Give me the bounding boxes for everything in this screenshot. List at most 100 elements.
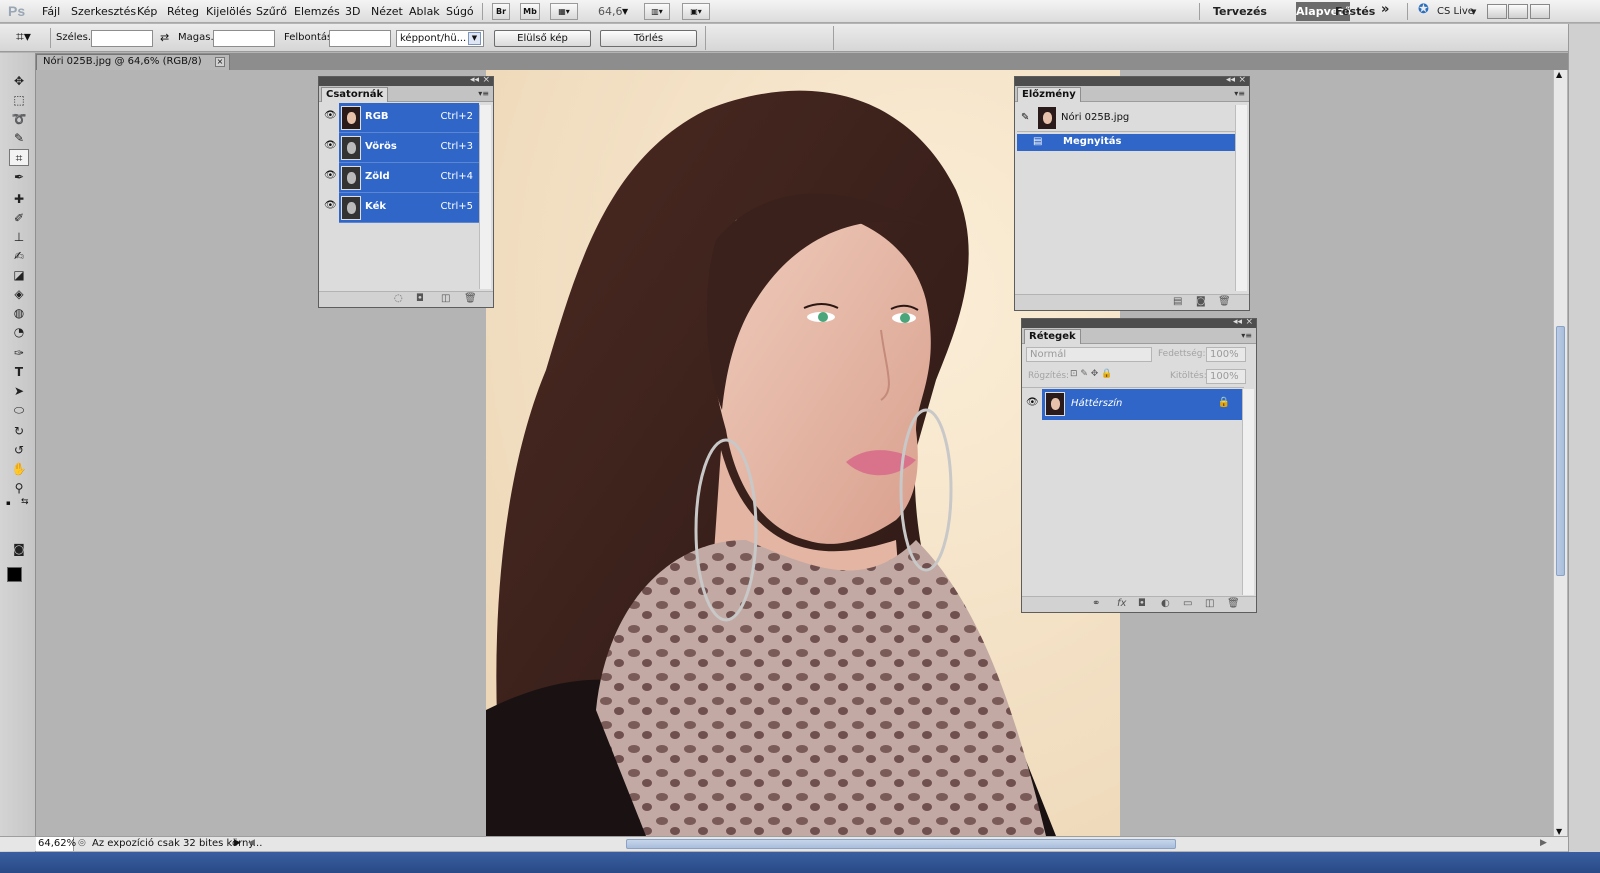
delete-channel-icon[interactable]: 🗑: [464, 293, 477, 304]
scroll-down-icon[interactable]: ▼: [1556, 827, 1562, 836]
tab-layers[interactable]: Rétegek: [1024, 329, 1081, 344]
camera-snapshot-icon[interactable]: ◙: [1196, 296, 1206, 307]
status-info-icon[interactable]: ◎: [78, 838, 86, 848]
close-panel-icon[interactable]: ×: [1238, 75, 1246, 85]
height-input[interactable]: [213, 30, 275, 47]
resolution-input[interactable]: [329, 30, 391, 47]
close-panel-icon[interactable]: ×: [1245, 317, 1253, 327]
minimize-icon[interactable]: [1487, 4, 1507, 19]
history-brush-tool-icon[interactable]: ✍: [9, 248, 29, 265]
hand-tool-icon[interactable]: ✋: [9, 461, 29, 478]
collapse-panel-icon[interactable]: ◂◂: [1226, 75, 1235, 85]
crop-tool-icon[interactable]: ⌗: [9, 149, 29, 166]
tab-history[interactable]: Előzmény: [1017, 87, 1081, 102]
panel-menu-icon[interactable]: ▾≡: [478, 89, 489, 98]
zoom-field[interactable]: 64,62%: [36, 837, 76, 851]
new-group-icon[interactable]: ▭: [1183, 598, 1192, 609]
shape-tool-icon[interactable]: ⬭: [9, 402, 29, 419]
clear-button[interactable]: Törlés: [600, 30, 697, 47]
close-icon[interactable]: [1530, 4, 1550, 19]
menu-layer[interactable]: Réteg: [167, 5, 199, 18]
cs-live-menu[interactable]: CS Live: [1437, 6, 1474, 17]
history-step-open[interactable]: ▤ Megnyitás: [1017, 134, 1237, 151]
save-selection-icon[interactable]: ◘: [416, 293, 424, 304]
layer-mask-icon[interactable]: ◘: [1138, 598, 1146, 609]
layer-style-icon[interactable]: fx: [1117, 598, 1126, 609]
foreground-color-swatch[interactable]: [7, 567, 22, 582]
new-channel-icon[interactable]: ◫: [441, 293, 450, 304]
visibility-eye-icon[interactable]: 👁: [324, 200, 337, 211]
channels-scrollbar[interactable]: [479, 105, 491, 289]
swap-colors-icon[interactable]: ⇆: [21, 497, 29, 507]
move-tool-icon[interactable]: ✥: [9, 73, 29, 90]
channel-row-rgb[interactable]: 👁 RGB Ctrl+2: [324, 103, 479, 133]
panel-menu-icon[interactable]: ▾≡: [1234, 89, 1245, 98]
new-document-from-state-icon[interactable]: ▤: [1173, 296, 1182, 307]
mini-bridge-button[interactable]: Mb: [520, 3, 540, 20]
menu-help[interactable]: Súgó: [446, 5, 474, 18]
visibility-eye-icon[interactable]: 👁: [1026, 397, 1039, 408]
link-layers-icon[interactable]: ⚭: [1092, 598, 1100, 609]
brush-tool-icon[interactable]: ✐: [9, 210, 29, 227]
marquee-tool-icon[interactable]: ⬚: [9, 92, 29, 109]
view-extras-icon[interactable]: ▦▾: [550, 3, 578, 20]
chevron-down-icon[interactable]: ▼: [468, 32, 481, 45]
vertical-scroll-thumb[interactable]: [1556, 326, 1565, 576]
clone-stamp-tool-icon[interactable]: ⊥: [9, 229, 29, 246]
menu-filter[interactable]: Szűrő: [256, 5, 287, 18]
close-panel-icon[interactable]: ×: [482, 75, 490, 85]
menu-window[interactable]: Ablak: [409, 5, 440, 18]
blend-mode-select[interactable]: Normál: [1026, 347, 1152, 362]
delete-layer-icon[interactable]: 🗑: [1227, 598, 1240, 609]
opacity-input[interactable]: 100%: [1206, 347, 1246, 362]
tab-channels[interactable]: Csatornák: [321, 87, 389, 102]
menu-view[interactable]: Nézet: [371, 5, 403, 18]
quick-select-tool-icon[interactable]: ✎: [9, 130, 29, 147]
document-tab[interactable]: Nóri 025B.jpg @ 64,6% (RGB/8) ×: [36, 54, 230, 70]
eraser-tool-icon[interactable]: ◪: [9, 267, 29, 284]
close-tab-icon[interactable]: ×: [215, 57, 225, 67]
layer-row-background[interactable]: Háttérszín 🔒: [1042, 389, 1244, 420]
default-colors-icon[interactable]: ▪: [6, 499, 11, 507]
visibility-eye-icon[interactable]: 👁: [324, 140, 337, 151]
eyedropper-tool-icon[interactable]: ✒: [9, 169, 29, 186]
new-layer-icon[interactable]: ◫: [1205, 598, 1214, 609]
menu-select[interactable]: Kijelölés: [206, 5, 251, 18]
history-snapshot[interactable]: ✎ Nóri 025B.jpg: [1017, 104, 1237, 132]
status-menu-arrow-icon[interactable]: ▶: [234, 838, 241, 848]
panel-menu-icon[interactable]: ▾≡: [1241, 331, 1252, 340]
healing-brush-tool-icon[interactable]: ✚: [9, 191, 29, 208]
scroll-up-icon[interactable]: ▲: [1556, 70, 1562, 79]
bridge-button[interactable]: Br: [492, 3, 510, 20]
menu-image[interactable]: Kép: [137, 5, 157, 18]
menu-edit[interactable]: Szerkesztés: [71, 5, 136, 18]
dodge-tool-icon[interactable]: ◔: [9, 324, 29, 341]
delete-state-icon[interactable]: 🗑: [1218, 296, 1231, 307]
quick-mask-icon[interactable]: ◙: [9, 541, 29, 558]
workspace-painting[interactable]: Festés: [1335, 5, 1375, 18]
lasso-tool-icon[interactable]: ➰: [9, 111, 29, 128]
zoom-level[interactable]: 64,6: [598, 5, 623, 18]
menu-3d[interactable]: 3D: [345, 5, 360, 18]
visibility-eye-icon[interactable]: 👁: [324, 170, 337, 181]
history-brush-source-icon[interactable]: ✎: [1021, 112, 1029, 123]
chevron-down-icon[interactable]: ▼: [622, 7, 628, 16]
crop-tool-preset-icon[interactable]: ⌗▾: [16, 29, 31, 45]
lock-icons[interactable]: ⊡ ✎ ✥ 🔒: [1070, 369, 1112, 379]
collapse-panel-icon[interactable]: ◂◂: [470, 75, 479, 85]
3d-orbit-tool-icon[interactable]: ↺: [9, 442, 29, 459]
history-scrollbar[interactable]: [1235, 105, 1247, 291]
workspace-design[interactable]: Tervezés: [1213, 5, 1267, 18]
more-workspaces-icon[interactable]: »: [1381, 2, 1389, 17]
fill-input[interactable]: 100%: [1206, 369, 1246, 384]
paint-bucket-tool-icon[interactable]: ◈: [9, 286, 29, 303]
width-input[interactable]: [91, 30, 153, 47]
channel-row-red[interactable]: 👁 Vörös Ctrl+3: [324, 133, 479, 163]
type-tool-icon[interactable]: T: [9, 364, 29, 381]
scroll-right-icon[interactable]: ▶: [1540, 838, 1547, 848]
menu-analysis[interactable]: Elemzés: [294, 5, 340, 18]
front-image-button[interactable]: Elülső kép: [494, 30, 591, 47]
load-selection-icon[interactable]: ◌: [394, 293, 403, 304]
arrange-documents-icon[interactable]: ▥▾: [644, 3, 670, 20]
swap-dimensions-icon[interactable]: ⇄: [160, 31, 169, 44]
